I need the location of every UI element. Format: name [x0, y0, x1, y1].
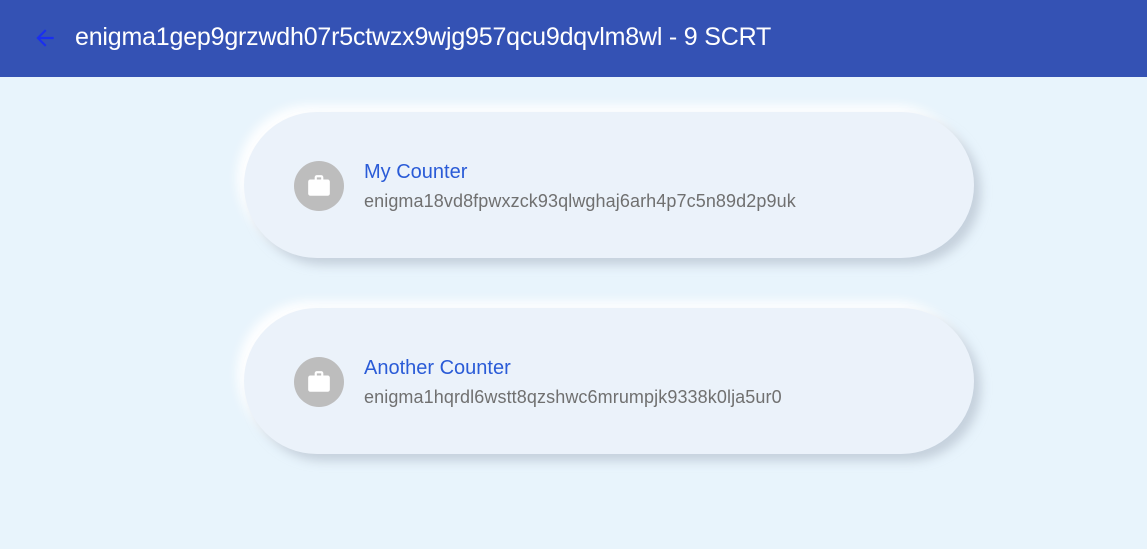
contract-card[interactable]: Another Counter enigma1hqrdl6wstt8qzshwc…	[244, 308, 974, 454]
contract-name: My Counter	[364, 161, 468, 183]
briefcase-icon	[308, 175, 330, 196]
avatar	[294, 357, 344, 407]
app-bar: enigma1gep9grzwdh07r5ctwzx9wjg957qcu9dqv…	[0, 0, 1147, 77]
contract-address: enigma1hqrdl6wstt8qzshwc6mrumpjk9338k0lj…	[364, 387, 782, 407]
page-title: enigma1gep9grzwdh07r5ctwzx9wjg957qcu9dqv…	[75, 23, 772, 51]
contract-card[interactable]: My Counter enigma18vd8fpwxzck93qlwghaj6a…	[244, 112, 974, 258]
arrow-left-icon	[36, 29, 54, 47]
briefcase-icon	[308, 371, 330, 392]
avatar	[294, 161, 344, 211]
back-button[interactable]	[30, 25, 60, 51]
contract-name: Another Counter	[364, 357, 511, 379]
contract-address: enigma18vd8fpwxzck93qlwghaj6arh4p7c5n89d…	[364, 191, 796, 211]
